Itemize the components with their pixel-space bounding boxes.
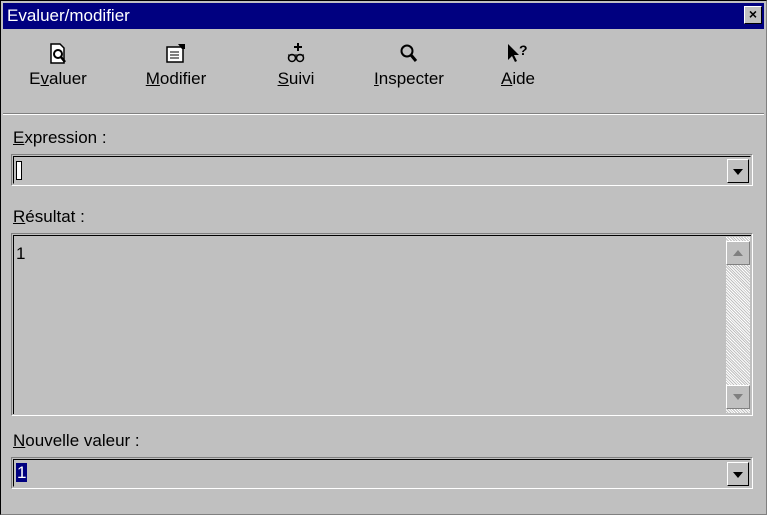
evaluate-label: Evaluer [29, 69, 87, 88]
window-title: Evaluer/modifier [7, 6, 130, 25]
expression-combobox[interactable] [11, 154, 753, 186]
watch-label: Suivi [277, 69, 315, 88]
inspect-button[interactable]: Inspecter [361, 35, 457, 89]
help-label: Aide [500, 69, 536, 88]
new-value-selected-text: 1 [16, 463, 28, 482]
inspect-icon [400, 44, 418, 62]
toolbar-separator [3, 113, 764, 115]
result-value: 1 [16, 244, 26, 263]
title-bar[interactable]: Evaluer/modifier × [3, 3, 764, 29]
inspect-label: Inspecter [374, 69, 444, 88]
result-label: Résultat : [13, 207, 85, 226]
new-value-input[interactable]: 1 [16, 463, 28, 483]
new-value-label: Nouvelle valeur : [13, 431, 140, 450]
result-scrollbar[interactable] [726, 237, 750, 413]
help-icon: ? [508, 42, 528, 62]
expression-label: Expression : [13, 128, 107, 147]
expression-dropdown-button[interactable] [727, 159, 749, 183]
evaluate-icon [50, 43, 66, 64]
svg-text:?: ? [519, 42, 528, 58]
expression-input[interactable] [16, 160, 22, 181]
help-button[interactable]: ? Aide [493, 35, 543, 89]
close-button[interactable]: × [744, 6, 762, 24]
evaluate-button[interactable]: Evaluer [21, 35, 95, 89]
watch-button[interactable]: Suivi [271, 35, 321, 89]
scroll-up-button[interactable] [726, 241, 750, 265]
result-box[interactable]: 1 [11, 233, 753, 416]
text-cursor [16, 161, 22, 181]
modify-button[interactable]: Modifier [131, 35, 221, 89]
scroll-down-button[interactable] [726, 385, 750, 409]
new-value-combobox[interactable]: 1 [11, 457, 753, 489]
close-icon: × [748, 6, 758, 22]
modify-icon [166, 44, 185, 63]
new-value-dropdown-button[interactable] [727, 462, 749, 486]
watch-icon [287, 43, 305, 63]
modify-label: Modifier [145, 69, 207, 88]
evaluate-modify-dialog: Evaluer/modifier × Evaluer Modifier Suiv… [0, 0, 767, 515]
